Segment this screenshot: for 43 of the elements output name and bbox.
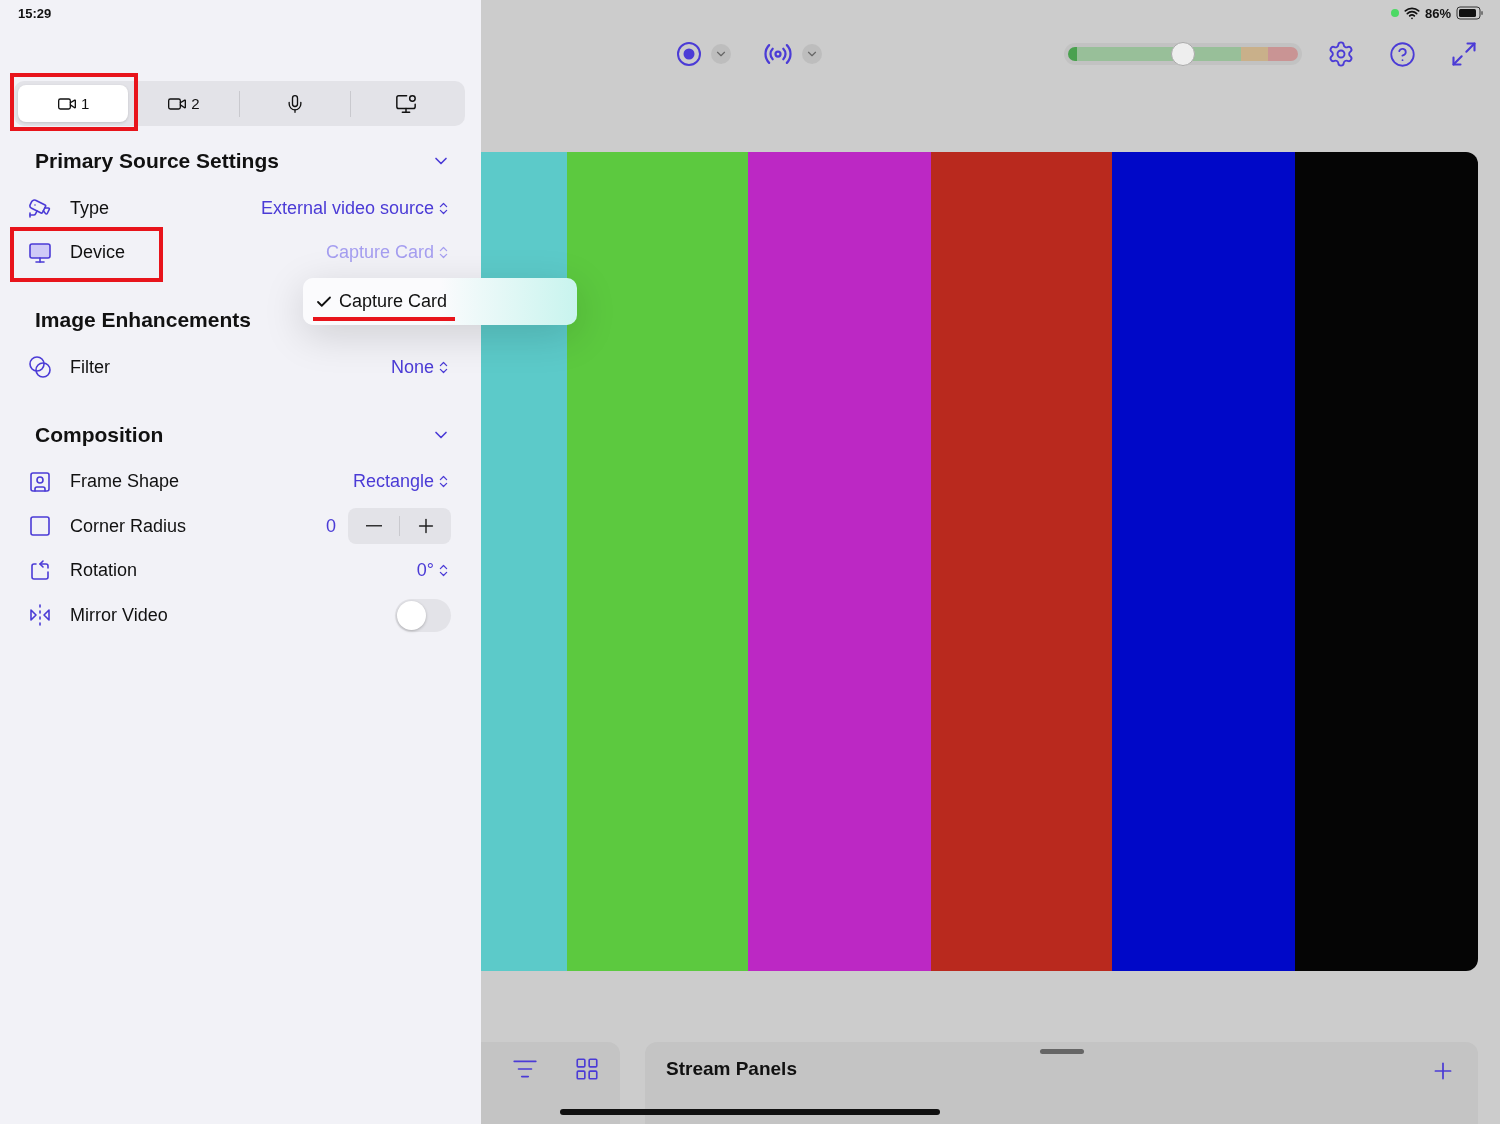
chevron-button[interactable] bbox=[802, 44, 822, 64]
row-label: Rotation bbox=[70, 560, 139, 582]
mirror-icon bbox=[28, 603, 52, 628]
screen-icon bbox=[394, 92, 417, 115]
wifi-icon bbox=[1403, 5, 1420, 21]
panel-title: Stream Panels bbox=[666, 1058, 797, 1080]
square-icon bbox=[28, 514, 52, 539]
toggle-switch[interactable] bbox=[395, 598, 451, 632]
record-button[interactable] bbox=[676, 41, 702, 67]
battery-icon bbox=[1456, 6, 1484, 20]
chevron-button[interactable] bbox=[711, 44, 731, 64]
camera-icon bbox=[28, 196, 52, 221]
row-label: Filter bbox=[70, 356, 111, 378]
section-heading: Image Enhancements bbox=[35, 308, 251, 332]
minus-icon bbox=[365, 525, 382, 528]
status-time: 15:29 bbox=[17, 5, 53, 23]
picker-value[interactable]: 0° bbox=[416, 560, 451, 582]
battery-percent: 86% bbox=[1424, 5, 1451, 21]
portrait-icon bbox=[28, 469, 52, 494]
row-label: Frame Shape bbox=[70, 471, 181, 493]
section-heading: Primary Source Settings bbox=[35, 149, 279, 173]
row-label: Corner Radius bbox=[70, 515, 188, 537]
indicator-dot bbox=[1390, 9, 1399, 17]
section-heading: Composition bbox=[35, 422, 164, 447]
row-label: Type bbox=[70, 197, 111, 219]
rotate-icon bbox=[28, 558, 52, 583]
help-button[interactable] bbox=[1389, 40, 1416, 68]
picker-value[interactable]: Rectangle bbox=[352, 471, 451, 493]
picker-value[interactable]: None bbox=[390, 356, 451, 378]
row-label: Device bbox=[70, 242, 127, 264]
source-tab[interactable]: 1 bbox=[18, 85, 129, 122]
drag-handle[interactable] bbox=[1039, 1049, 1084, 1054]
slider-thumb[interactable] bbox=[1171, 42, 1195, 66]
stepper-value: 0 bbox=[326, 515, 336, 537]
settings-button[interactable] bbox=[1327, 40, 1355, 68]
display-icon bbox=[28, 240, 52, 265]
filter-icon bbox=[28, 355, 52, 380]
source-tab[interactable]: 2 bbox=[128, 85, 239, 122]
grid-view-button[interactable] bbox=[574, 1056, 600, 1082]
fullscreen-button[interactable] bbox=[1450, 40, 1478, 68]
picker-value[interactable]: External video source bbox=[260, 197, 451, 219]
menu-item[interactable]: Capture Card bbox=[315, 291, 448, 312]
row-label: Mirror Video bbox=[70, 604, 169, 626]
